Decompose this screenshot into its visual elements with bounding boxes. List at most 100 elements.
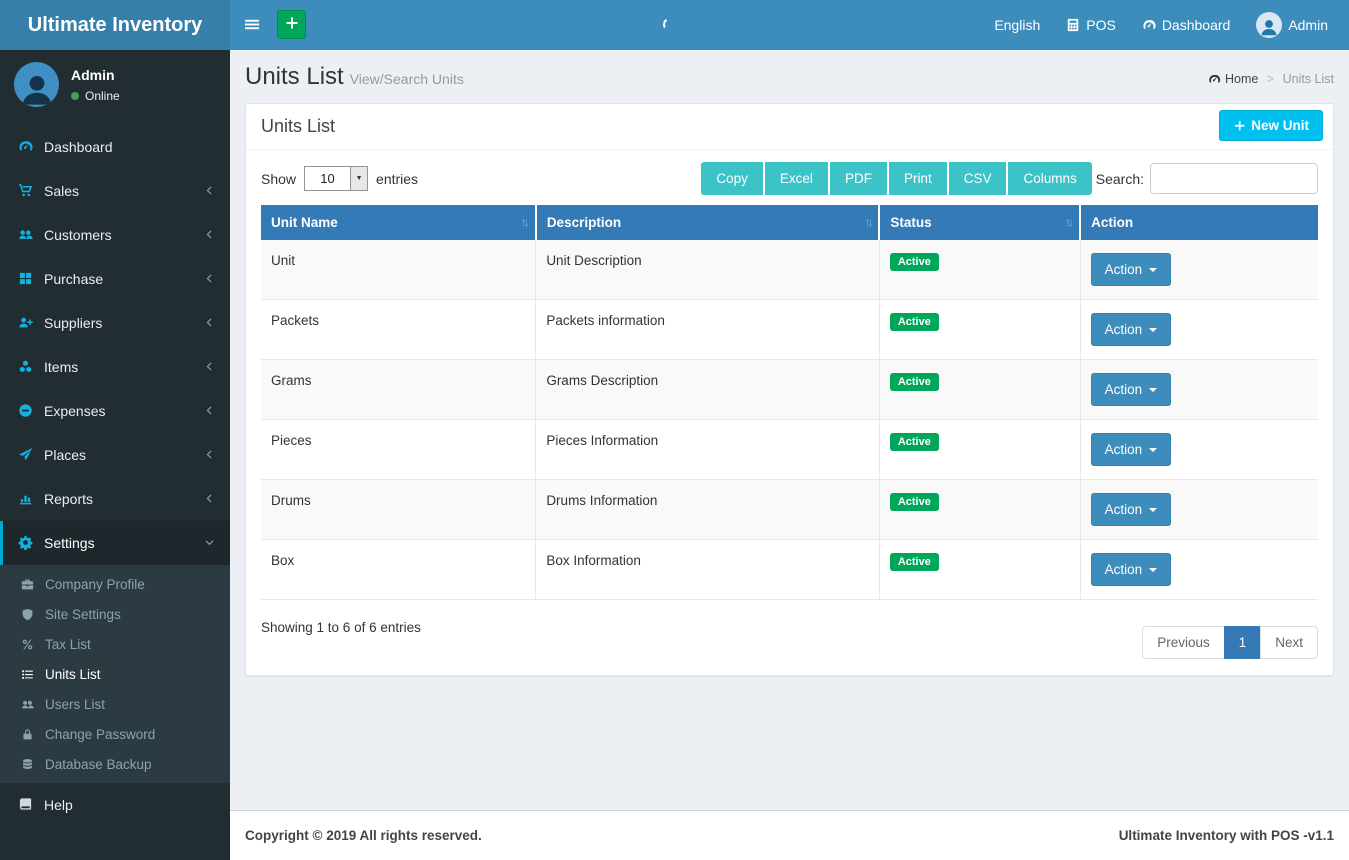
database-icon — [21, 757, 45, 772]
sidebar-item-label: Purchase — [44, 271, 103, 287]
page-title: Units ListView/Search Units — [245, 63, 464, 90]
quick-add-button[interactable] — [277, 10, 306, 39]
table-row: Pieces Pieces Information Active Action — [261, 420, 1318, 480]
app-logo[interactable]: Ultimate Inventory — [0, 0, 230, 50]
percent-icon — [21, 637, 45, 652]
pos-menu-item[interactable]: POS — [1053, 0, 1129, 50]
action-cell: Action — [1080, 300, 1318, 360]
sidebar-menu: Dashboard Sales Customers Purchase Suppl… — [0, 125, 230, 827]
sort-icon[interactable]: ↑↓ — [864, 215, 870, 229]
action-cell: Action — [1080, 360, 1318, 420]
entries-label: entries — [376, 171, 418, 187]
sort-icon[interactable]: ↑↓ — [521, 215, 527, 229]
caret-down-icon — [1149, 448, 1157, 452]
action-cell: Action — [1080, 240, 1318, 300]
column-header-status[interactable]: Status↑↓ — [879, 205, 1080, 240]
sidebar-item-change-password[interactable]: Change Password — [0, 719, 230, 749]
user-menu-item[interactable]: Admin — [1243, 0, 1341, 50]
new-unit-button[interactable]: New Unit — [1219, 110, 1323, 141]
sidebar-item-label: Reports — [44, 491, 93, 507]
sidebar-item-label: Tax List — [45, 637, 91, 652]
dashboard-menu-item[interactable]: Dashboard — [1129, 0, 1244, 50]
sort-icon[interactable]: ↑↓ — [1065, 215, 1071, 229]
new-unit-label: New Unit — [1251, 118, 1309, 133]
column-header-description[interactable]: Description↑↓ — [536, 205, 880, 240]
copy-button[interactable]: Copy — [701, 162, 765, 195]
content-area: Units ListView/Search Units Home > Units… — [230, 50, 1349, 810]
loading-spinner-icon — [662, 17, 677, 32]
grid-icon — [18, 271, 44, 288]
action-dropdown-button[interactable]: Action — [1091, 493, 1172, 526]
action-dropdown-button[interactable]: Action — [1091, 553, 1172, 586]
excel-button[interactable]: Excel — [765, 162, 830, 195]
units-table: Unit Name↑↓ Description↑↓ Status↑↓ Actio… — [261, 205, 1318, 600]
sidebar-item-users-list[interactable]: Users List — [0, 689, 230, 719]
units-list-panel: Units List New Unit Show 10 ▼ entries Co… — [245, 103, 1334, 676]
sidebar-user-name: Admin — [71, 67, 120, 83]
pagination-page-1[interactable]: 1 — [1224, 626, 1262, 659]
language-menu-item[interactable]: English — [981, 0, 1053, 50]
hamburger-icon — [245, 17, 260, 34]
sidebar-item-items[interactable]: Items — [0, 345, 230, 389]
chevron-left-icon — [204, 449, 215, 461]
sidebar-item-purchase[interactable]: Purchase — [0, 257, 230, 301]
csv-button[interactable]: CSV — [949, 162, 1009, 195]
pagination-previous[interactable]: Previous — [1142, 626, 1225, 659]
caret-down-icon — [1149, 508, 1157, 512]
sidebar-item-site-settings[interactable]: Site Settings — [0, 599, 230, 629]
sidebar-item-tax-list[interactable]: Tax List — [0, 629, 230, 659]
columns-button[interactable]: Columns — [1008, 162, 1091, 195]
sidebar-item-label: Items — [44, 359, 78, 375]
breadcrumb-separator: > — [1267, 72, 1274, 86]
column-header-unit-name[interactable]: Unit Name↑↓ — [261, 205, 536, 240]
chevron-left-icon — [204, 273, 215, 285]
action-dropdown-button[interactable]: Action — [1091, 313, 1172, 346]
content-header: Units ListView/Search Units Home > Units… — [230, 50, 1349, 103]
sidebar-item-expenses[interactable]: Expenses — [0, 389, 230, 433]
sidebar-item-database-backup[interactable]: Database Backup — [0, 749, 230, 779]
lock-icon — [21, 727, 45, 742]
sidebar-item-settings[interactable]: Settings — [0, 521, 230, 565]
sidebar-item-reports[interactable]: Reports — [0, 477, 230, 521]
user-plus-icon — [18, 315, 44, 332]
action-dropdown-button[interactable]: Action — [1091, 433, 1172, 466]
chevron-left-icon — [204, 361, 215, 373]
sidebar-item-units-list[interactable]: Units List — [0, 659, 230, 689]
dashboard-icon — [1208, 72, 1221, 86]
sidebar-item-sales[interactable]: Sales — [0, 169, 230, 213]
page-subtitle: View/Search Units — [350, 71, 464, 87]
sidebar-item-customers[interactable]: Customers — [0, 213, 230, 257]
chevron-down-icon — [204, 537, 215, 549]
sidebar-item-label: Customers — [44, 227, 112, 243]
action-dropdown-button[interactable]: Action — [1091, 253, 1172, 286]
unit-name-cell: Grams — [261, 360, 536, 420]
language-label: English — [994, 17, 1040, 33]
action-label: Action — [1105, 502, 1143, 517]
sidebar-toggle-button[interactable] — [230, 0, 274, 50]
breadcrumb-current: Units List — [1283, 72, 1334, 86]
sidebar-item-help[interactable]: Help — [0, 783, 230, 827]
action-cell: Action — [1080, 540, 1318, 600]
avatar — [14, 62, 59, 107]
sidebar-item-label: Users List — [45, 697, 105, 712]
sidebar-item-dashboard[interactable]: Dashboard — [0, 125, 230, 169]
description-cell: Grams Description — [536, 360, 880, 420]
pagination-next[interactable]: Next — [1260, 626, 1318, 659]
description-cell: Drums Information — [536, 480, 880, 540]
action-label: Action — [1105, 322, 1143, 337]
breadcrumb-home-link[interactable]: Home — [1208, 72, 1258, 86]
action-dropdown-button[interactable]: Action — [1091, 373, 1172, 406]
sidebar-item-label: Expenses — [44, 403, 105, 419]
sidebar-item-company-profile[interactable]: Company Profile — [0, 569, 230, 599]
print-button[interactable]: Print — [889, 162, 949, 195]
pdf-button[interactable]: PDF — [830, 162, 889, 195]
sidebar-item-suppliers[interactable]: Suppliers — [0, 301, 230, 345]
app-title: Ultimate Inventory — [28, 14, 202, 36]
search-input[interactable] — [1150, 163, 1318, 194]
online-status-dot — [71, 92, 79, 100]
page-length-select[interactable]: 10 ▼ — [304, 166, 368, 191]
briefcase-icon — [21, 577, 45, 592]
plus-icon — [284, 15, 300, 34]
sidebar-item-places[interactable]: Places — [0, 433, 230, 477]
page-footer: Copyright © 2019 All rights reserved. Ul… — [230, 810, 1349, 860]
